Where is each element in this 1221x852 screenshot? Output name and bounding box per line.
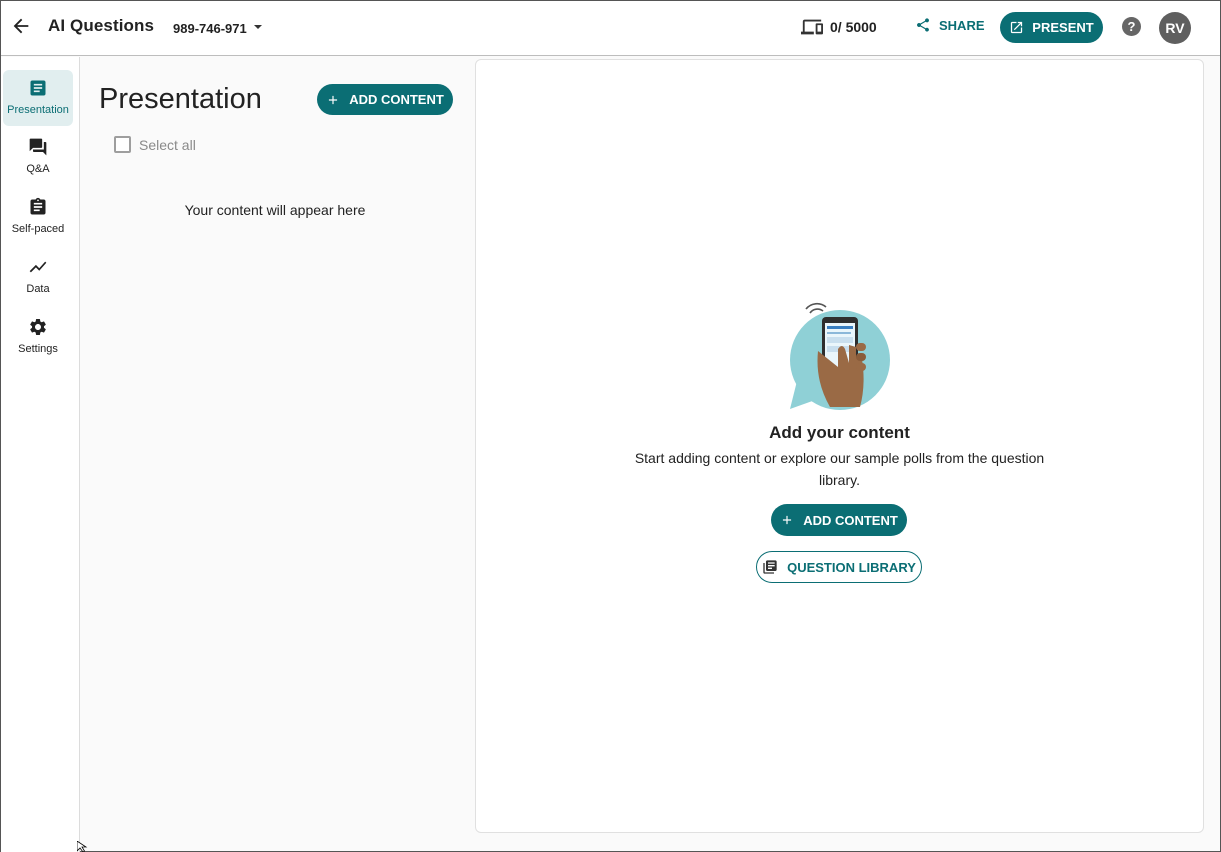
top-header: AI Questions 989-746-971 0/ 5000 SHARE P… bbox=[1, 1, 1220, 56]
chevron-down-icon[interactable] bbox=[254, 25, 262, 29]
present-button[interactable]: PRESENT bbox=[1000, 12, 1103, 43]
present-label: PRESENT bbox=[1032, 20, 1094, 35]
add-content-label: ADD CONTENT bbox=[349, 92, 444, 107]
sidebar-item-label: Q&A bbox=[26, 163, 50, 175]
sidebar-item-label: Settings bbox=[18, 343, 58, 355]
select-all-label: Select all bbox=[139, 136, 196, 153]
help-icon[interactable]: ? bbox=[1122, 17, 1141, 36]
avatar[interactable]: RV bbox=[1159, 12, 1191, 44]
gear-icon bbox=[30, 319, 46, 335]
participant-counter: 0/ 5000 bbox=[801, 16, 877, 38]
sidebar-nav: Presentation Q&A Self-paced Data Setting… bbox=[1, 57, 80, 852]
select-all-checkbox[interactable]: Select all bbox=[114, 136, 196, 153]
sidebar-item-self-paced[interactable]: Self-paced bbox=[3, 189, 73, 245]
share-label: SHARE bbox=[939, 17, 985, 33]
sidebar-item-data[interactable]: Data bbox=[3, 249, 73, 305]
content-preview-card bbox=[475, 59, 1204, 833]
presentation-icon bbox=[30, 80, 46, 96]
sidebar-item-presentation[interactable]: Presentation bbox=[3, 70, 73, 126]
question-library-label: QUESTION LIBRARY bbox=[787, 559, 916, 575]
empty-list-message: Your content will appear here bbox=[184, 202, 366, 218]
chart-line-icon bbox=[29, 261, 47, 273]
sidebar-item-label: Self-paced bbox=[11, 223, 65, 235]
add-content-button[interactable]: ADD CONTENT bbox=[317, 84, 453, 115]
plus-icon bbox=[329, 95, 338, 104]
mouse-cursor-icon bbox=[77, 841, 88, 852]
sidebar-item-settings[interactable]: Settings bbox=[3, 309, 73, 365]
participant-count: 0/ 5000 bbox=[830, 19, 877, 35]
clipboard-icon bbox=[30, 197, 46, 215]
plus-icon bbox=[783, 515, 792, 525]
phone-hand-illustration bbox=[790, 302, 890, 410]
share-button[interactable]: SHARE bbox=[915, 17, 985, 33]
open-external-icon bbox=[1011, 21, 1023, 34]
page-title: Presentation bbox=[99, 83, 262, 115]
sidebar-item-label: Presentation bbox=[7, 104, 69, 116]
event-code-dropdown[interactable]: 989-746-971 bbox=[173, 21, 247, 36]
library-books-icon bbox=[763, 560, 777, 574]
checkbox[interactable] bbox=[114, 136, 131, 153]
empty-state-description: Start adding content or explore our samp… bbox=[634, 450, 1045, 488]
add-content-label: ADD CONTENT bbox=[803, 512, 898, 528]
sidebar-item-label: Data bbox=[26, 283, 50, 295]
sidebar-item-qa[interactable]: Q&A bbox=[3, 129, 73, 185]
question-library-button[interactable]: QUESTION LIBRARY bbox=[756, 551, 922, 583]
back-arrow-icon[interactable] bbox=[10, 15, 32, 37]
app-title: AI Questions bbox=[48, 16, 155, 35]
qa-chat-icon bbox=[29, 138, 47, 156]
share-icon bbox=[917, 18, 929, 32]
devices-icon bbox=[801, 19, 823, 35]
empty-state-title: Add your content bbox=[769, 423, 910, 442]
add-content-button-main[interactable]: ADD CONTENT bbox=[771, 504, 907, 536]
